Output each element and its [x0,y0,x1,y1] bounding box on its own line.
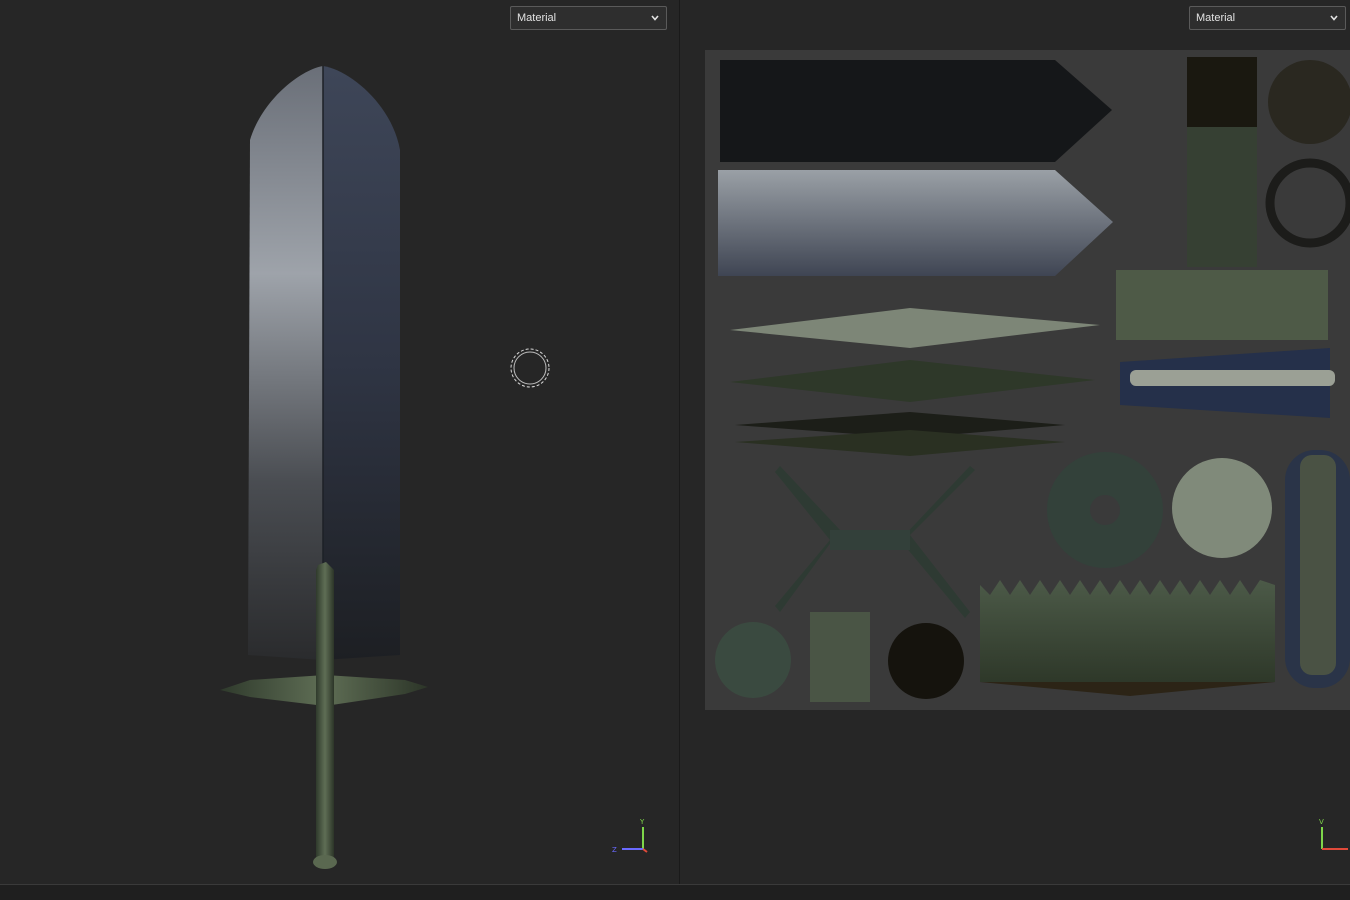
sword-3d-model[interactable] [0,0,679,884]
pommel [313,855,337,869]
axis-gizmo-icon: Y Z [612,818,648,854]
brush-cursor-icon [510,348,550,388]
uv-island-blade-dark [720,60,1112,162]
material-dropdown-left[interactable]: Material [510,6,667,30]
status-bar [0,884,1350,900]
viewport-uv[interactable]: Material V [680,0,1350,884]
axis-z-label: Z [612,846,617,854]
viewport-3d[interactable]: Material Y Z [0,0,679,884]
chevron-down-icon [1330,15,1338,21]
blade-left-face [248,66,323,660]
material-dropdown-right[interactable]: Material [1189,6,1346,30]
uv-island-blade-light [718,170,1113,276]
blade-right-face [323,66,400,660]
chevron-down-icon [651,15,659,21]
grip [316,562,334,860]
material-dropdown-label: Material [517,12,557,24]
axis-gizmo-icon: V [1319,818,1348,850]
material-dropdown-label: Material [1196,12,1236,24]
uv-texture-canvas[interactable] [680,0,1350,884]
axis-y-label: Y [639,818,645,826]
axis-v-label: V [1319,818,1324,826]
